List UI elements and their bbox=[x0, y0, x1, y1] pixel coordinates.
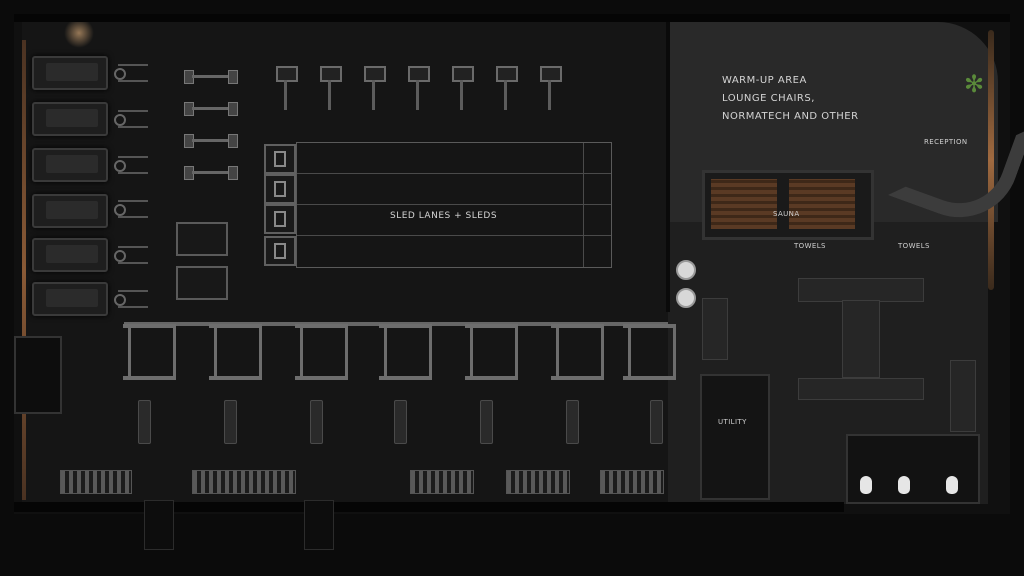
treadmill bbox=[32, 238, 108, 272]
ski-erg bbox=[408, 66, 430, 112]
left-entrance-notch bbox=[14, 336, 62, 414]
toilet bbox=[860, 476, 872, 494]
treadmill bbox=[32, 148, 108, 182]
sink bbox=[676, 260, 696, 280]
ski-erg bbox=[276, 66, 298, 112]
sled bbox=[264, 236, 296, 266]
squat-rack bbox=[551, 324, 604, 380]
dumbbell-rack bbox=[410, 470, 474, 494]
squat-rack bbox=[295, 324, 348, 380]
bench bbox=[138, 400, 151, 444]
warm-up-label-line2: LOUNGE CHAIRS, bbox=[722, 93, 815, 104]
exercise-bike bbox=[114, 64, 148, 82]
exercise-bike bbox=[114, 110, 148, 128]
sauna-label: SAUNA bbox=[773, 210, 800, 218]
toilet bbox=[946, 476, 958, 494]
sauna-room bbox=[702, 170, 874, 240]
squat-rack bbox=[623, 324, 676, 380]
sled bbox=[264, 144, 296, 174]
rowing-machine bbox=[184, 102, 238, 116]
bench bbox=[394, 400, 407, 444]
locker-bank bbox=[702, 298, 728, 360]
exercise-bike bbox=[114, 156, 148, 174]
lane-line bbox=[297, 173, 611, 174]
ski-erg bbox=[320, 66, 342, 112]
ski-erg bbox=[496, 66, 518, 112]
lane-line bbox=[297, 204, 611, 205]
sauna-bench bbox=[711, 179, 777, 229]
towels-label-left: TOWELS bbox=[794, 242, 826, 250]
warm-up-label-line3: NORMATECH AND OTHER bbox=[722, 111, 859, 122]
treadmill bbox=[32, 194, 108, 228]
lane-line bbox=[297, 235, 611, 236]
reception-label: RECEPTION bbox=[924, 138, 968, 146]
treadmill bbox=[32, 282, 108, 316]
toilet bbox=[898, 476, 910, 494]
squat-rack bbox=[379, 324, 432, 380]
dumbbell-rack bbox=[506, 470, 570, 494]
ski-erg bbox=[364, 66, 386, 112]
towels-label-right: TOWELS bbox=[898, 242, 930, 250]
squat-rack bbox=[209, 324, 262, 380]
bench bbox=[310, 400, 323, 444]
squat-rack bbox=[465, 324, 518, 380]
divider-wall bbox=[666, 22, 670, 312]
locker-bank bbox=[798, 378, 924, 400]
rowing-machine bbox=[184, 70, 238, 84]
exercise-bike bbox=[114, 246, 148, 264]
top-wall bbox=[14, 14, 1010, 22]
dumbbell-rack bbox=[60, 470, 132, 494]
cable-station bbox=[176, 266, 228, 300]
cable-station bbox=[176, 222, 228, 256]
exercise-bike bbox=[114, 290, 148, 308]
ceiling-light bbox=[64, 18, 94, 48]
lane-end-line bbox=[583, 143, 584, 267]
ski-erg bbox=[540, 66, 562, 112]
locker-bank bbox=[798, 278, 924, 302]
bench bbox=[224, 400, 237, 444]
dumbbell-rack bbox=[192, 470, 296, 494]
bench bbox=[566, 400, 579, 444]
wall-light-strip bbox=[22, 40, 26, 500]
bottom-wall bbox=[14, 502, 844, 512]
treadmill bbox=[32, 102, 108, 136]
sled bbox=[264, 204, 296, 234]
bench bbox=[650, 400, 663, 444]
rowing-machine bbox=[184, 166, 238, 180]
sauna-bench bbox=[789, 179, 855, 229]
sled-lanes bbox=[296, 142, 612, 268]
utility-room bbox=[700, 374, 770, 500]
exercise-bike bbox=[114, 200, 148, 218]
bench bbox=[480, 400, 493, 444]
sink bbox=[676, 288, 696, 308]
warm-up-label-line1: WARM-UP AREA bbox=[722, 75, 807, 86]
entrance-door bbox=[144, 500, 174, 550]
locker-bank bbox=[842, 300, 880, 378]
utility-label: UTILITY bbox=[718, 418, 747, 426]
sled-lanes-label: SLED LANES + SLEDS bbox=[390, 211, 498, 221]
ski-erg bbox=[452, 66, 474, 112]
sled bbox=[264, 174, 296, 204]
locker-bank bbox=[950, 360, 976, 432]
entrance-door bbox=[304, 500, 334, 550]
dumbbell-rack bbox=[600, 470, 664, 494]
squat-rack bbox=[123, 324, 176, 380]
treadmill bbox=[32, 56, 108, 90]
rowing-machine bbox=[184, 134, 238, 148]
plant-icon: ✻ bbox=[963, 70, 985, 98]
